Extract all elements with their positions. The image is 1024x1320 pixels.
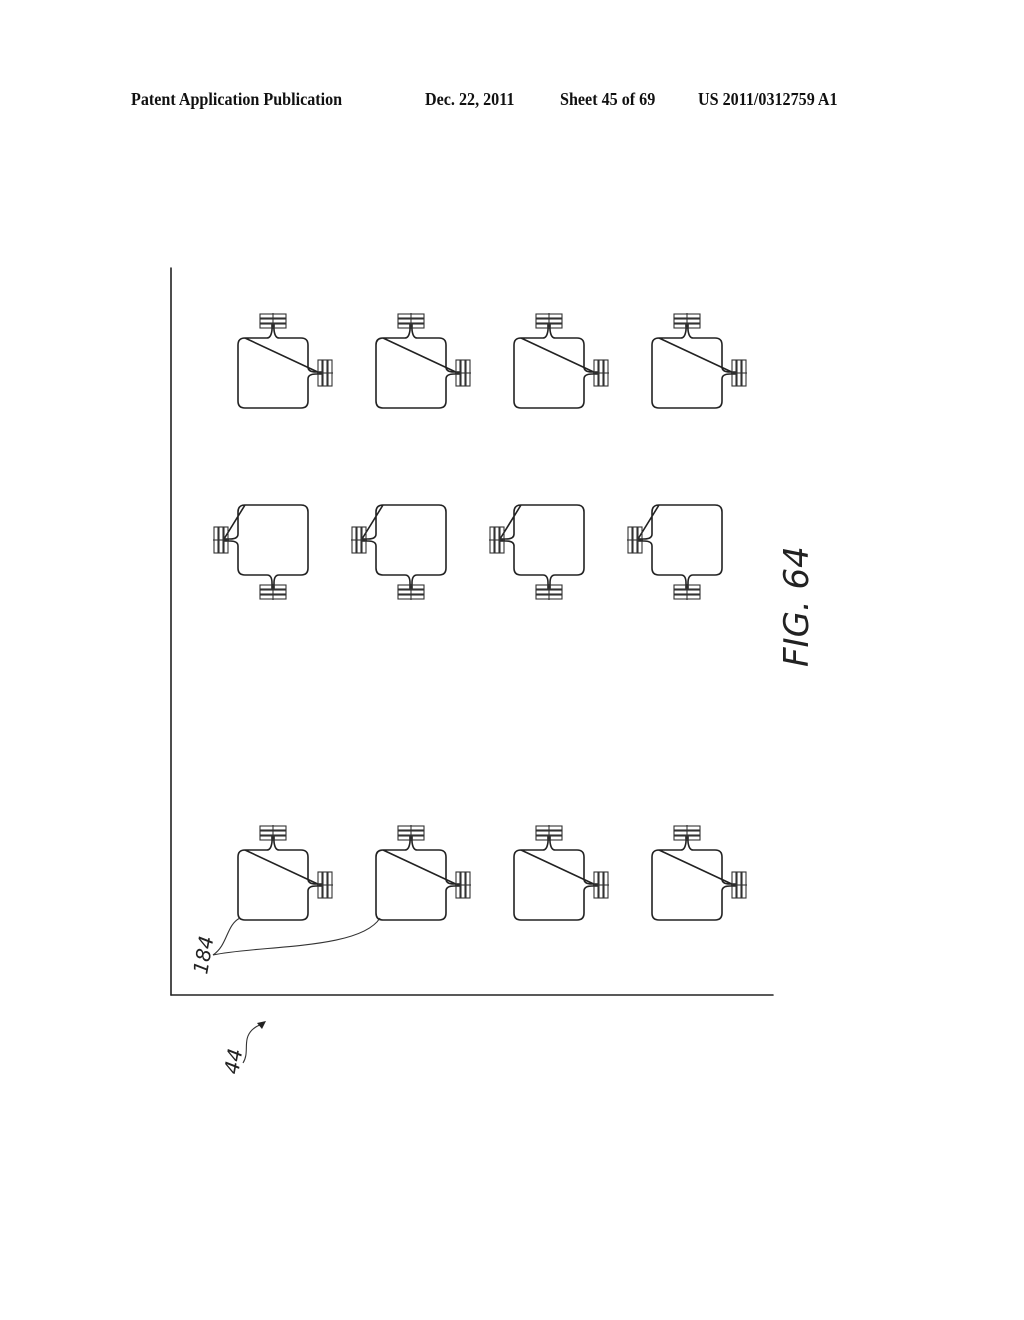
pad-horizontal — [259, 825, 287, 841]
pad-vertical — [455, 359, 471, 387]
pad-horizontal — [259, 584, 287, 600]
bottom-row-element-3 — [513, 825, 609, 921]
pad-vertical — [489, 526, 505, 554]
pad-vertical — [317, 871, 333, 899]
pad-vertical — [731, 359, 747, 387]
middle-row-element-1 — [213, 504, 309, 600]
figure-caption: FIG. 64 — [777, 546, 817, 667]
element-body — [237, 323, 323, 409]
element-body — [375, 835, 461, 921]
pad-horizontal — [397, 825, 425, 841]
pad-horizontal — [673, 584, 701, 600]
element-body — [513, 323, 599, 409]
bottom-row-element-1 — [237, 825, 333, 921]
leader-line-184-b — [212, 917, 381, 956]
arrowhead-44 — [257, 1021, 266, 1029]
element-body — [651, 323, 737, 409]
pad-vertical — [455, 871, 471, 899]
pad-vertical — [593, 359, 609, 387]
middle-row-element-4 — [627, 504, 723, 600]
reference-label-184: 184 — [188, 934, 218, 976]
element-body — [499, 504, 585, 590]
pad-horizontal — [673, 313, 701, 329]
reference-label-44: 44 — [219, 1047, 247, 1076]
pad-horizontal — [535, 825, 563, 841]
pad-vertical — [593, 871, 609, 899]
top-row-element-2 — [375, 313, 471, 409]
middle-row-element-3 — [489, 504, 585, 600]
element-body — [237, 835, 323, 921]
element-array — [213, 313, 747, 921]
top-row-element-1 — [237, 313, 333, 409]
bottom-row-element-2 — [375, 825, 471, 921]
element-body — [513, 835, 599, 921]
pad-vertical — [731, 871, 747, 899]
element-body — [637, 504, 723, 590]
top-row-element-4 — [651, 313, 747, 409]
middle-row-element-2 — [351, 504, 447, 600]
pad-vertical — [213, 526, 229, 554]
patent-figure: 184 44 FIG. 64 — [170, 267, 817, 1076]
pad-horizontal — [535, 313, 563, 329]
pad-horizontal — [397, 584, 425, 600]
leader-line-184-a — [212, 917, 241, 956]
bottom-row-element-4 — [651, 825, 747, 921]
pad-vertical — [351, 526, 367, 554]
pad-horizontal — [535, 584, 563, 600]
element-body — [361, 504, 447, 590]
pad-vertical — [317, 359, 333, 387]
element-body — [651, 835, 737, 921]
element-body — [223, 504, 309, 590]
pad-horizontal — [397, 313, 425, 329]
top-row-element-3 — [513, 313, 609, 409]
pad-horizontal — [673, 825, 701, 841]
element-body — [375, 323, 461, 409]
pad-horizontal — [259, 313, 287, 329]
pad-vertical — [627, 526, 643, 554]
